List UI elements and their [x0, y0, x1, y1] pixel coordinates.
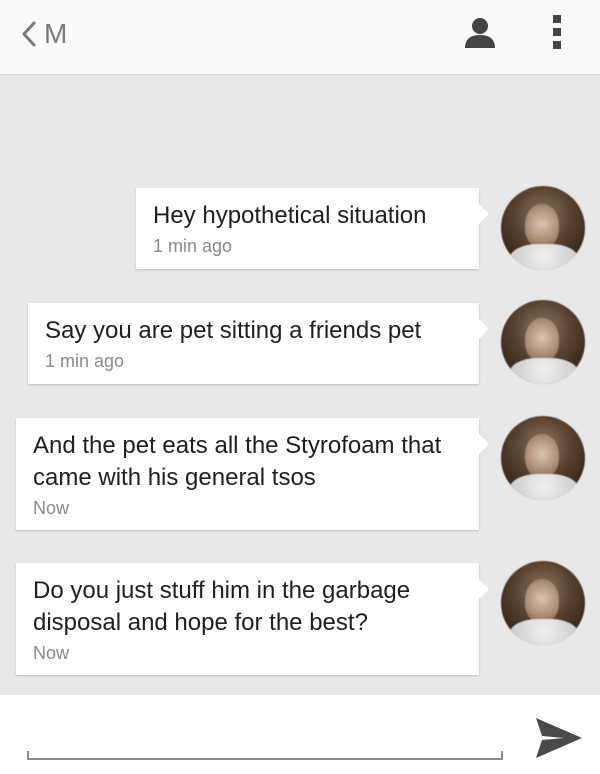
back-button[interactable]: M	[20, 14, 67, 54]
send-button[interactable]	[534, 716, 584, 760]
message-bubble[interactable]: Hey hypothetical situation 1 min ago	[136, 188, 489, 269]
avatar-shirt	[509, 244, 579, 270]
chevron-left-icon	[20, 19, 38, 49]
message-text: And the pet eats all the Styrofoam that …	[33, 432, 442, 491]
avatar[interactable]	[501, 186, 585, 270]
avatar-shirt	[509, 474, 579, 500]
message-bubble[interactable]: Do you just stuff him in the garbage dis…	[16, 563, 489, 675]
conversation-title: M	[44, 18, 68, 49]
message-bubble[interactable]: Say you are pet sitting a friends pet 1 …	[28, 303, 489, 384]
message-text: Hey hypothetical situation	[153, 202, 427, 229]
avatar-face	[525, 204, 559, 248]
message-timestamp: Now	[33, 643, 70, 663]
avatar[interactable]	[501, 416, 585, 500]
avatar-face	[525, 579, 559, 623]
avatar-shirt	[509, 619, 579, 645]
contact-button[interactable]	[458, 12, 502, 56]
message-input[interactable]	[32, 712, 504, 754]
avatar[interactable]	[501, 561, 585, 645]
message-timestamp: Now	[33, 498, 70, 518]
message-timestamp: 1 min ago	[153, 236, 233, 256]
more-options-button[interactable]	[535, 12, 579, 56]
more-vert-icon	[551, 14, 563, 55]
app-header: M	[0, 0, 600, 75]
message-bubble[interactable]: And the pet eats all the Styrofoam that …	[16, 418, 489, 530]
person-icon	[462, 14, 498, 55]
message-timestamp: 1 min ago	[45, 351, 125, 371]
message-text: Say you are pet sitting a friends pet	[45, 317, 422, 344]
avatar[interactable]	[501, 300, 585, 384]
avatar-face	[525, 434, 559, 478]
avatar-face	[525, 318, 559, 362]
message-text: Do you just stuff him in the garbage dis…	[33, 577, 411, 636]
input-underline	[27, 751, 503, 760]
send-icon	[534, 718, 584, 764]
avatar-shirt	[509, 358, 579, 384]
